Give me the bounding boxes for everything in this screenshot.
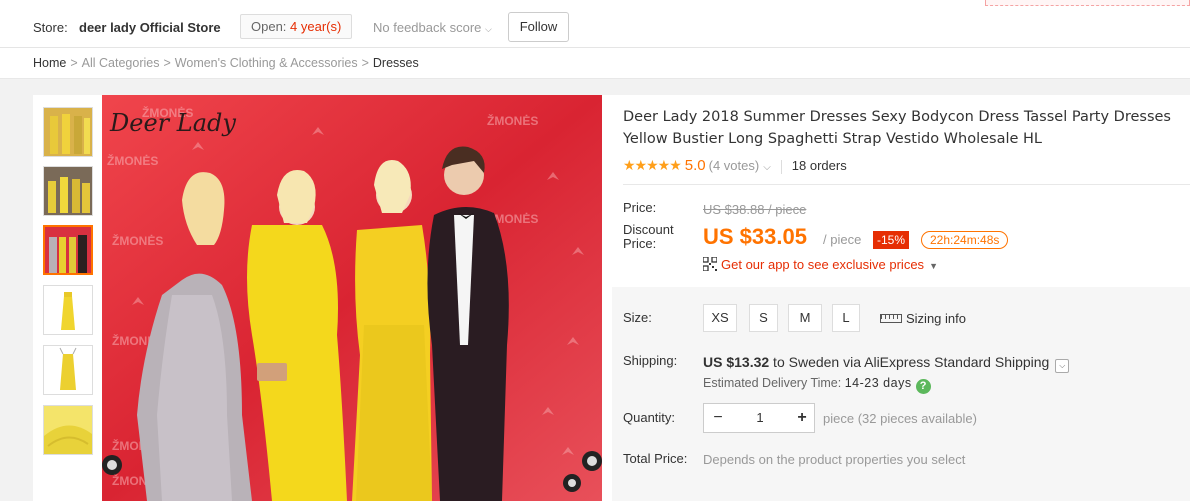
quantity-decrease-button[interactable]: − bbox=[704, 404, 732, 432]
estimated-delivery: Estimated Delivery Time: 14-23 days? bbox=[703, 376, 931, 394]
breadcrumb-womens-clothing[interactable]: Women's Clothing & Accessories bbox=[175, 56, 358, 70]
feedback-score-dropdown[interactable]: No feedback score ⌵ bbox=[373, 20, 492, 35]
size-option-m[interactable]: M bbox=[788, 304, 822, 332]
thumbnail-4[interactable] bbox=[43, 285, 93, 335]
backdrop-text: ŽMONĖS bbox=[107, 153, 158, 168]
breadcrumb-sep: > bbox=[70, 56, 78, 70]
thumbnail-3-active[interactable] bbox=[43, 225, 93, 275]
size-option-l[interactable]: L bbox=[832, 304, 860, 332]
quantity-increase-button[interactable]: + bbox=[788, 404, 816, 432]
qr-code-icon bbox=[703, 257, 717, 271]
question-help-icon[interactable]: ? bbox=[915, 379, 931, 394]
divider bbox=[623, 184, 1190, 185]
rating-votes[interactable]: (4 votes) bbox=[709, 158, 760, 173]
store-label: Store: bbox=[33, 20, 68, 35]
size-option-xs[interactable]: XS bbox=[703, 304, 737, 332]
star-rating-icon: ★★★★★ bbox=[623, 157, 682, 173]
store-name-link[interactable]: deer lady Official Store bbox=[79, 20, 221, 35]
est-label: Estimated Delivery Time: bbox=[703, 376, 845, 390]
quantity-available: piece (32 pieces available) bbox=[823, 411, 977, 426]
chevron-down-icon[interactable]: ⌵ bbox=[763, 162, 771, 173]
discount-price: US $33.05 bbox=[703, 224, 807, 249]
total-price-label: Total Price: bbox=[623, 451, 688, 466]
shipping-destination: to Sweden via AliExpress Standard Shippi… bbox=[769, 354, 1050, 370]
backdrop-text: ŽMONĖS bbox=[487, 113, 538, 128]
open-prefix: Open: bbox=[251, 19, 291, 34]
store-open-badge: Open: 4 year(s) bbox=[240, 14, 353, 39]
orders-count: 18 orders bbox=[791, 158, 847, 173]
original-price: US $38.88 / piece bbox=[703, 202, 807, 217]
event-photo: ŽMONĖS ŽMONĖS ŽMONĖS ŽMONĖS ŽMONĖS ŽMONĖ… bbox=[102, 95, 602, 501]
shipping-cost: US $13.32 bbox=[703, 354, 770, 370]
thumbnail-list bbox=[33, 95, 102, 501]
discount-percent-badge: -15% bbox=[873, 231, 910, 249]
top-strip bbox=[0, 0, 1190, 8]
thumbnail-1[interactable] bbox=[43, 107, 93, 157]
size-label: Size: bbox=[623, 310, 652, 325]
follow-button[interactable]: Follow bbox=[508, 12, 569, 42]
thumbnail-2[interactable] bbox=[43, 166, 93, 216]
discount-price-label: Discount Price: bbox=[623, 222, 674, 251]
app-exclusive-link[interactable]: Get our app to see exclusive prices ▼ bbox=[703, 257, 938, 272]
image-brand-logo: Deer Lady bbox=[109, 109, 236, 137]
shipping-method[interactable]: US $13.32 to Sweden via AliExpress Stand… bbox=[703, 354, 1070, 373]
breadcrumb-sep: > bbox=[361, 56, 369, 70]
backdrop-text: ŽMONĖS bbox=[112, 233, 163, 248]
sizing-info-text: Sizing info bbox=[906, 311, 966, 326]
breadcrumb-all-categories[interactable]: All Categories bbox=[82, 56, 160, 70]
store-bar: Store: deer lady Official Store Open: 4 … bbox=[0, 8, 1190, 48]
product-content: ŽMONĖS ŽMONĖS ŽMONĖS ŽMONĖS ŽMONĖS ŽMONĖ… bbox=[33, 95, 1190, 501]
shipping-label: Shipping: bbox=[623, 353, 678, 368]
rating-score: 5.0 bbox=[684, 157, 706, 174]
product-title: Deer Lady 2018 Summer Dresses Sexy Bodyc… bbox=[623, 109, 1171, 147]
caret-down-icon: ▼ bbox=[929, 261, 938, 271]
per-piece-unit: / piece bbox=[823, 232, 862, 247]
quantity-stepper: − + bbox=[703, 403, 815, 433]
chevron-down-icon[interactable]: ⌵ bbox=[1055, 359, 1070, 373]
feedback-text: No feedback score bbox=[373, 20, 482, 35]
sizing-info-link[interactable]: Sizing info bbox=[880, 311, 966, 326]
breadcrumb-dresses[interactable]: Dresses bbox=[373, 56, 419, 70]
open-years: 4 year(s) bbox=[290, 19, 342, 34]
thumbnail-6[interactable] bbox=[43, 405, 93, 455]
breadcrumb: Home > All Categories > Women's Clothing & A… bbox=[0, 48, 1190, 79]
quantity-input[interactable] bbox=[732, 404, 788, 432]
main-product-image[interactable]: ŽMONĖS ŽMONĖS ŽMONĖS ŽMONĖS ŽMONĖS ŽMONĖ… bbox=[102, 95, 602, 501]
top-banner-edge bbox=[985, 0, 1190, 6]
breadcrumb-home[interactable]: Home bbox=[33, 56, 66, 70]
thumbnail-5[interactable] bbox=[43, 345, 93, 395]
total-price-text: Depends on the product properties you se… bbox=[703, 452, 966, 467]
product-info: Deer Lady 2018 Summer Dresses Sexy Bodyc… bbox=[612, 95, 1190, 501]
breadcrumb-sep: > bbox=[163, 56, 171, 70]
divider bbox=[780, 159, 782, 174]
countdown-timer: 22h:24m:48s bbox=[921, 231, 1009, 249]
ruler-icon bbox=[880, 314, 902, 323]
chevron-down-icon: ⌵ bbox=[485, 24, 492, 34]
price-label: Price: bbox=[623, 200, 657, 215]
size-option-s[interactable]: S bbox=[749, 304, 778, 332]
rating-row: ★★★★★ 5.0 (4 votes) ⌵ 18 orders bbox=[623, 157, 847, 175]
quantity-label: Quantity: bbox=[623, 410, 676, 425]
est-days: 14-23 days bbox=[844, 376, 912, 390]
app-link-text: Get our app to see exclusive prices bbox=[721, 257, 925, 272]
